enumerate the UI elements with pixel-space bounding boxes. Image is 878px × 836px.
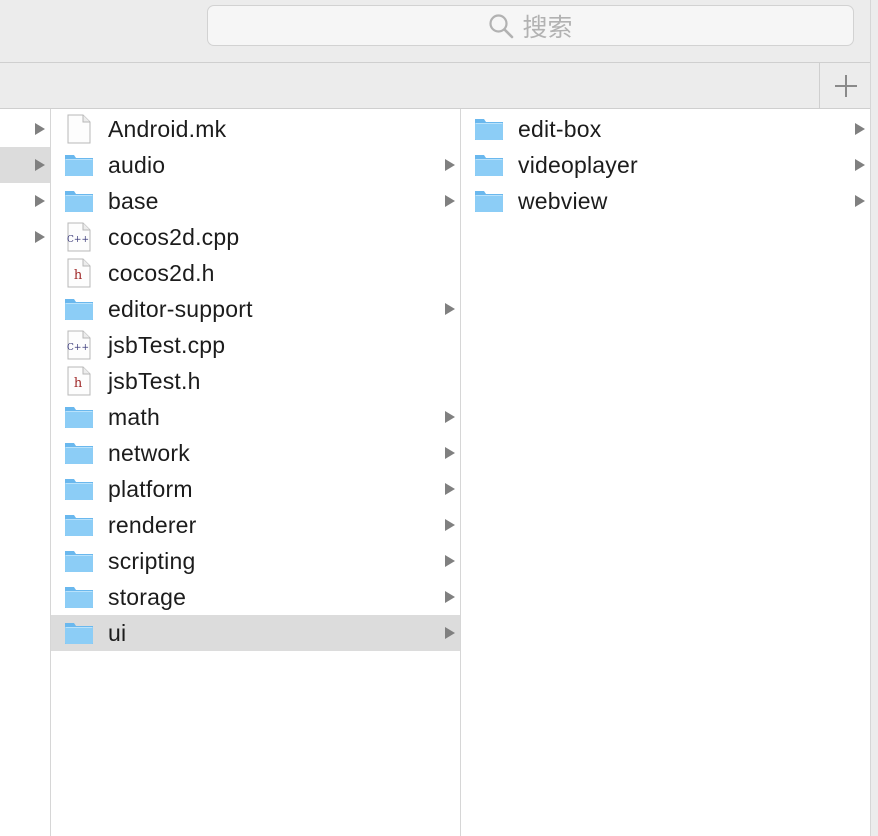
- folder-icon: [64, 510, 94, 540]
- item-audio[interactable]: audio: [51, 147, 460, 183]
- item-label: edit-box: [518, 116, 602, 142]
- folder-icon: [64, 150, 94, 180]
- item-webview[interactable]: webview: [461, 183, 870, 219]
- header-file-icon: h: [64, 258, 94, 288]
- item-label: ui: [108, 620, 127, 646]
- item-label: math: [108, 404, 160, 430]
- item-network[interactable]: network: [51, 435, 460, 471]
- header-file-icon: h: [64, 366, 94, 396]
- item-label: scripting: [108, 548, 196, 574]
- parent-item[interactable]: [0, 147, 50, 183]
- item-jsbtest-cpp[interactable]: C++ jsbTest.cpp: [51, 327, 460, 363]
- folder-icon: [474, 150, 504, 180]
- item-scripting[interactable]: scripting: [51, 543, 460, 579]
- search-placeholder: 搜索: [522, 13, 573, 42]
- item-label: network: [108, 440, 190, 466]
- item-label: audio: [108, 152, 166, 178]
- folder-icon: [64, 438, 94, 468]
- folder-icon: [64, 474, 94, 504]
- svg-text:h: h: [74, 376, 83, 391]
- item-jsbtest-h[interactable]: h jsbTest.h: [51, 363, 460, 399]
- item-label: editor-support: [108, 296, 253, 322]
- item-edit-box[interactable]: edit-box: [461, 111, 870, 147]
- folder-icon: [64, 186, 94, 216]
- disclosure-arrow-icon: [854, 122, 866, 136]
- item-label: Android.mk: [108, 116, 227, 142]
- item-label: cocos2d.h: [108, 260, 215, 286]
- disclosure-arrow-icon: [444, 626, 456, 640]
- svg-text:C++: C++: [67, 343, 89, 353]
- toolbar: 搜索: [0, 0, 878, 63]
- disclosure-arrow-icon: [34, 122, 46, 136]
- item-label: webview: [518, 188, 608, 214]
- folder-icon: [64, 294, 94, 324]
- parent-item[interactable]: [0, 219, 50, 255]
- item-label: base: [108, 188, 159, 214]
- disclosure-arrow-icon: [444, 554, 456, 568]
- search-field[interactable]: 搜索: [207, 5, 854, 46]
- item-label: renderer: [108, 512, 197, 538]
- item-cocos2d-cpp[interactable]: C++ cocos2d.cpp: [51, 219, 460, 255]
- item-videoplayer[interactable]: videoplayer: [461, 147, 870, 183]
- item-android-mk[interactable]: Android.mk: [51, 111, 460, 147]
- plus-icon: [834, 74, 857, 97]
- item-base[interactable]: base: [51, 183, 460, 219]
- item-label: jsbTest.cpp: [108, 332, 226, 358]
- file-icon: [64, 114, 94, 144]
- add-tab-button[interactable]: [819, 63, 871, 108]
- item-label: platform: [108, 476, 193, 502]
- item-renderer[interactable]: renderer: [51, 507, 460, 543]
- folder-icon: [474, 114, 504, 144]
- disclosure-arrow-icon: [444, 590, 456, 604]
- item-label: jsbTest.h: [108, 368, 201, 394]
- item-label: cocos2d.cpp: [108, 224, 240, 250]
- disclosure-arrow-icon: [34, 158, 46, 172]
- svg-text:h: h: [74, 268, 83, 283]
- column-parent: [0, 109, 51, 836]
- folder-icon: [64, 582, 94, 612]
- tab-bar: [0, 63, 878, 109]
- item-math[interactable]: math: [51, 399, 460, 435]
- cpp-file-icon: C++: [64, 330, 94, 360]
- window-edge: [870, 0, 878, 836]
- item-platform[interactable]: platform: [51, 471, 460, 507]
- folder-icon: [64, 402, 94, 432]
- folder-icon: [474, 186, 504, 216]
- disclosure-arrow-icon: [444, 158, 456, 172]
- folder-icon: [64, 618, 94, 648]
- search-icon: [489, 13, 514, 38]
- disclosure-arrow-icon: [854, 158, 866, 172]
- parent-item[interactable]: [0, 111, 50, 147]
- disclosure-arrow-icon: [444, 446, 456, 460]
- disclosure-arrow-icon: [34, 230, 46, 244]
- disclosure-arrow-icon: [444, 302, 456, 316]
- disclosure-arrow-icon: [444, 518, 456, 532]
- disclosure-arrow-icon: [444, 410, 456, 424]
- item-storage[interactable]: storage: [51, 579, 460, 615]
- svg-text:C++: C++: [67, 235, 89, 245]
- item-label: videoplayer: [518, 152, 638, 178]
- item-editor-support[interactable]: editor-support: [51, 291, 460, 327]
- column-ui: edit-box videoplayer webview: [461, 109, 870, 836]
- item-ui[interactable]: ui: [51, 615, 460, 651]
- disclosure-arrow-icon: [34, 194, 46, 208]
- disclosure-arrow-icon: [444, 194, 456, 208]
- item-label: storage: [108, 584, 187, 610]
- cpp-file-icon: C++: [64, 222, 94, 252]
- disclosure-arrow-icon: [444, 482, 456, 496]
- disclosure-arrow-icon: [854, 194, 866, 208]
- column-cocos: Android.mk audio base C++ cocos2d.cpp h cocos2…: [51, 109, 461, 836]
- folder-icon: [64, 546, 94, 576]
- parent-item[interactable]: [0, 183, 50, 219]
- item-cocos2d-h[interactable]: h cocos2d.h: [51, 255, 460, 291]
